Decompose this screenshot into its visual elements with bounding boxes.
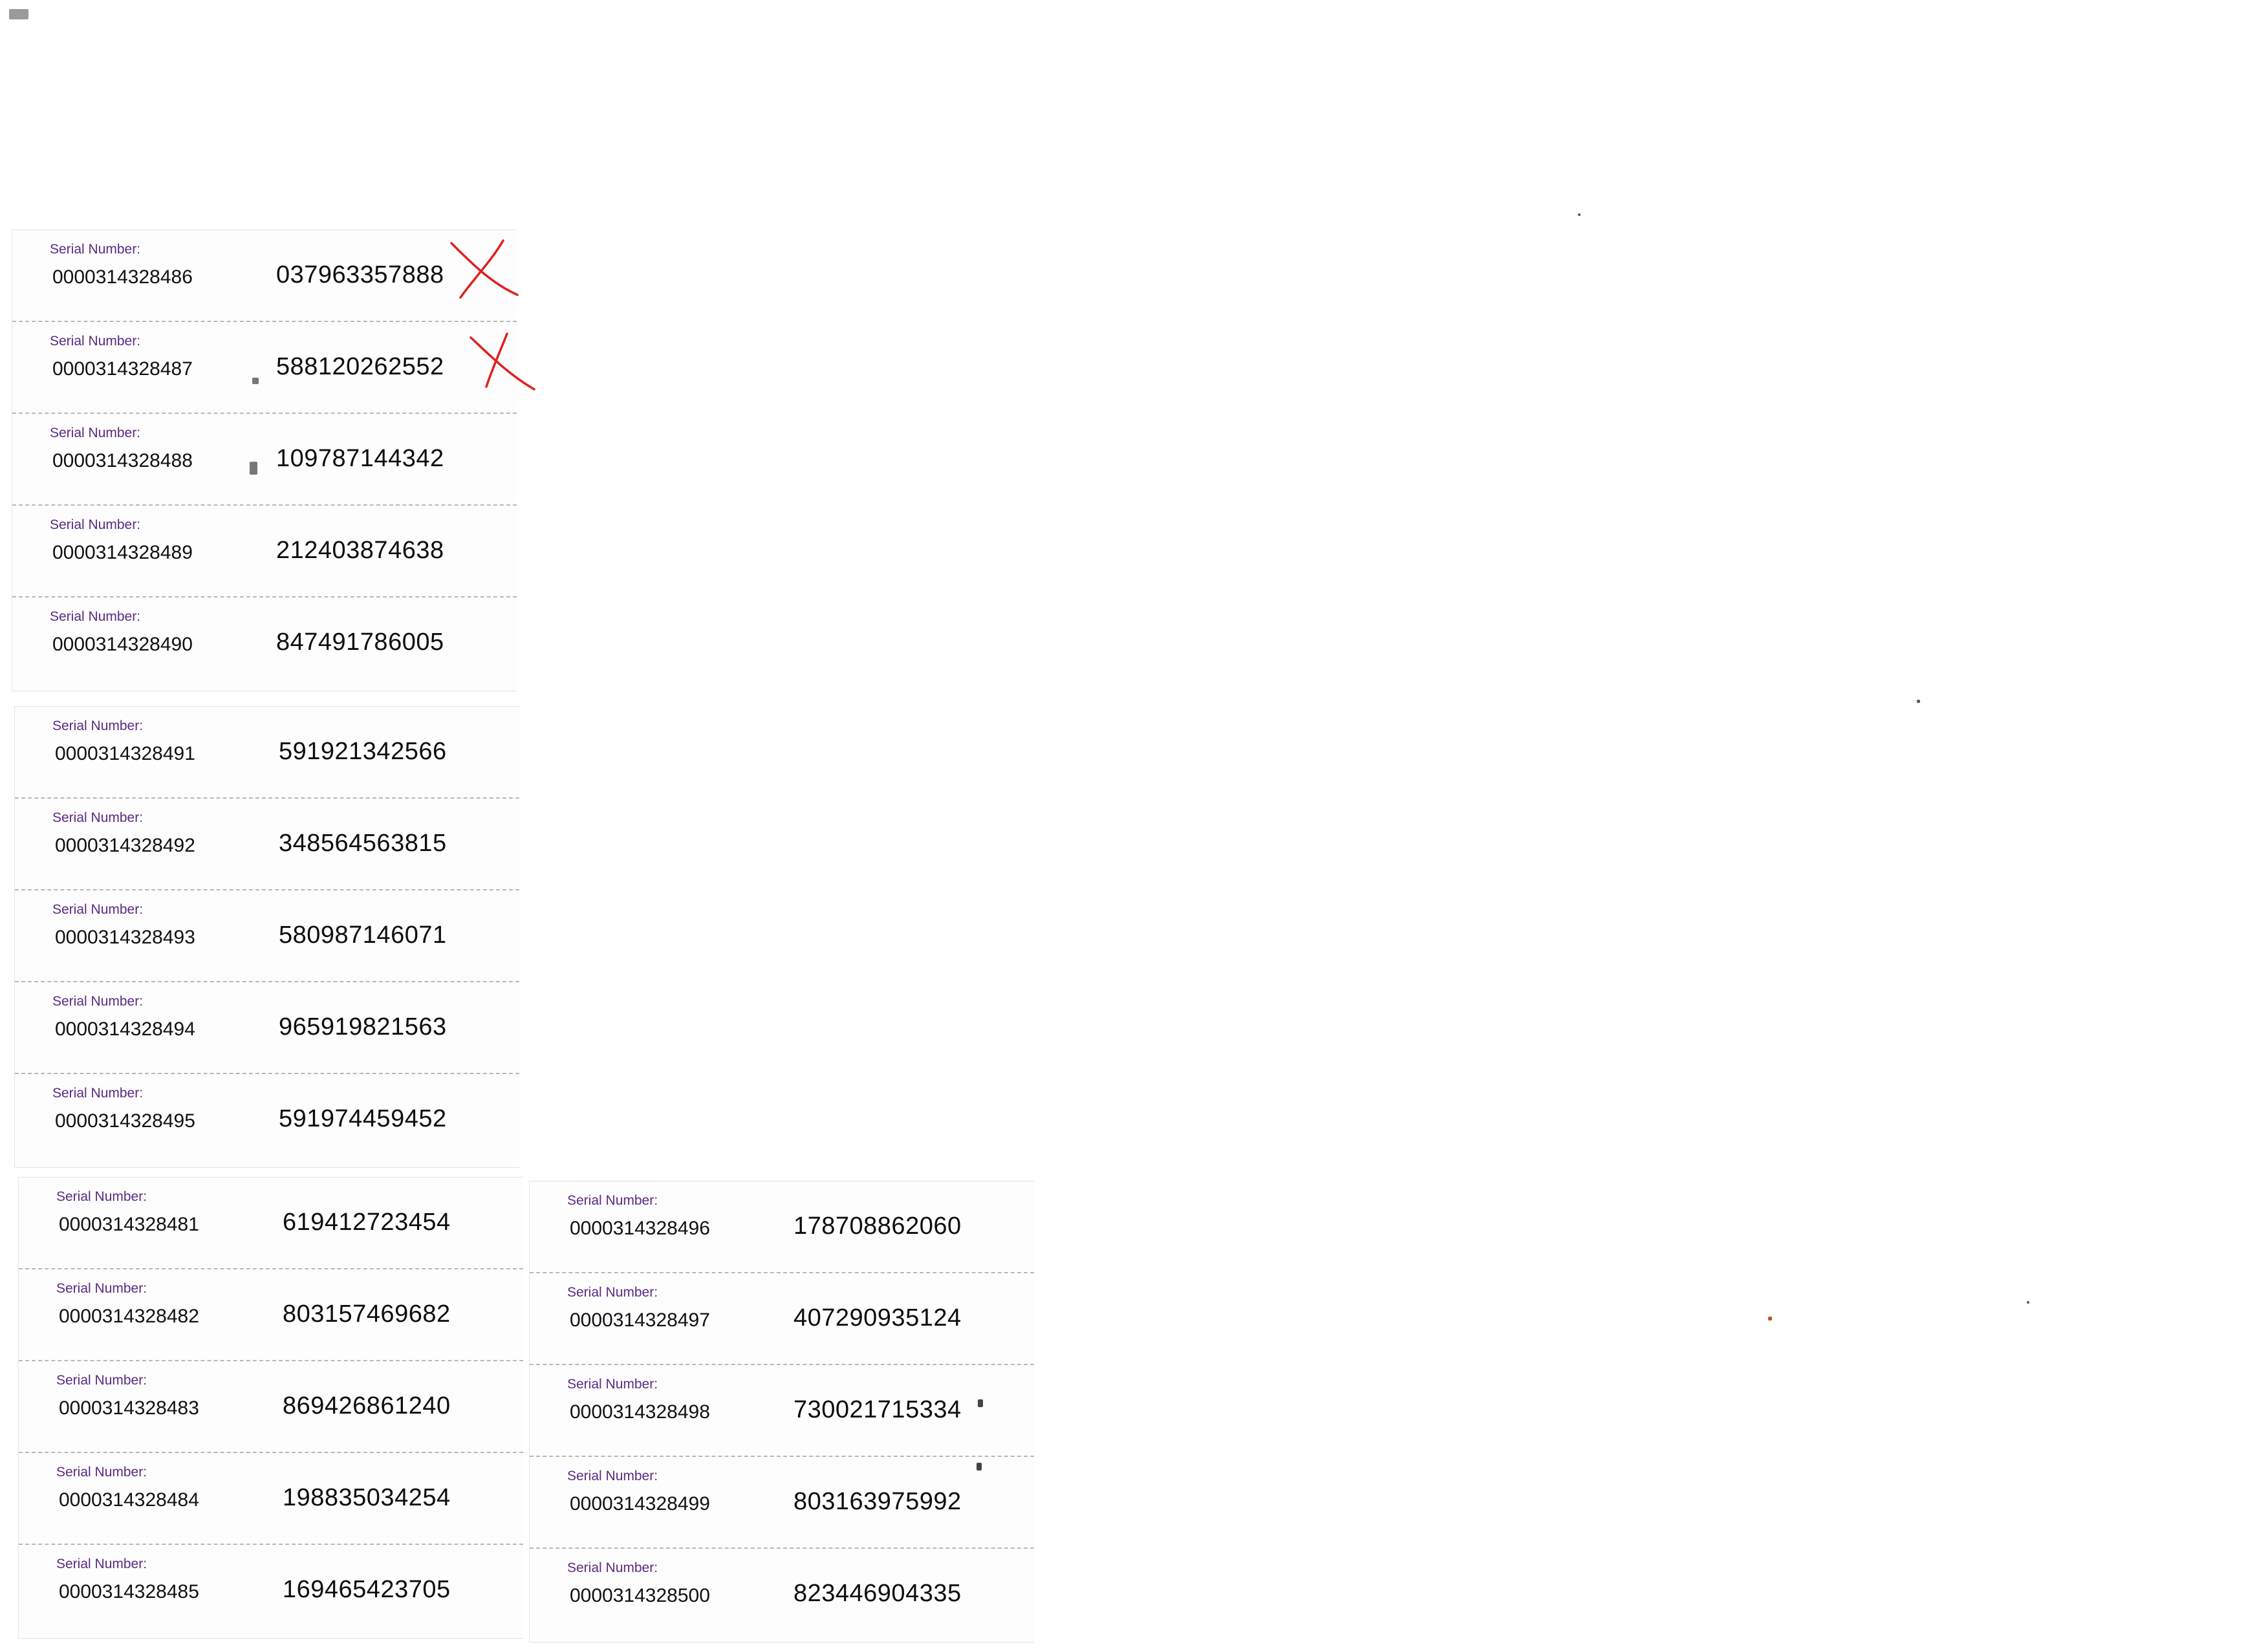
serial-label: Serial Number: <box>567 1377 658 1392</box>
card-strip-3: Serial Number: 0000314328481 61941272345… <box>18 1177 523 1639</box>
serial-number: 0000314328482 <box>59 1306 199 1327</box>
voucher-card: Serial Number: 0000314328494 96591982156… <box>15 982 519 1074</box>
serial-label: Serial Number: <box>56 1281 147 1296</box>
scan-speck <box>252 378 259 384</box>
voucher-card: Serial Number: 0000314328487 58812026255… <box>12 322 517 414</box>
serial-label: Serial Number: <box>50 426 141 440</box>
pin-code: 965919821563 <box>279 1013 447 1040</box>
serial-label: Serial Number: <box>567 1193 658 1208</box>
voucher-card: Serial Number: 0000314328497 40729093512… <box>530 1273 1034 1365</box>
pin-code: 212403874638 <box>276 537 444 564</box>
serial-number: 0000314328489 <box>52 542 193 563</box>
pin-code: 109787144342 <box>276 445 444 472</box>
cross-mark-icon <box>450 239 519 299</box>
scan-speck <box>250 462 257 475</box>
pin-code: 803157469682 <box>283 1300 451 1328</box>
scan-speck <box>1768 1317 1772 1320</box>
serial-number: 0000314328485 <box>59 1581 199 1602</box>
serial-label: Serial Number: <box>52 902 144 917</box>
serial-label: Serial Number: <box>56 1373 147 1388</box>
voucher-card: Serial Number: 0000314328493 58098714607… <box>15 890 519 982</box>
pin-code: 803163975992 <box>794 1488 962 1515</box>
cross-stroke <box>450 242 519 296</box>
voucher-card: Serial Number: 0000314328490 84749178600… <box>12 598 517 689</box>
voucher-card: Serial Number: 0000314328488 10978714434… <box>12 414 517 506</box>
serial-number: 0000314328483 <box>59 1397 199 1419</box>
serial-label: Serial Number: <box>56 1557 147 1571</box>
cross-stroke <box>459 239 504 299</box>
serial-number: 0000314328487 <box>52 358 193 380</box>
serial-label: Serial Number: <box>50 334 141 349</box>
pin-code: 198835034254 <box>283 1484 451 1511</box>
scan-speck <box>1917 700 1920 703</box>
pin-code: 169465423705 <box>283 1576 451 1603</box>
pin-code: 847491786005 <box>276 629 444 656</box>
pin-code: 619412723454 <box>283 1209 451 1236</box>
voucher-card: Serial Number: 0000314328499 80316397599… <box>530 1457 1034 1549</box>
card-strip-1: Serial Number: 0000314328486 03796335788… <box>12 230 517 691</box>
serial-label: Serial Number: <box>56 1465 147 1480</box>
serial-label: Serial Number: <box>50 517 141 532</box>
serial-number: 0000314328492 <box>55 835 195 856</box>
pin-code: 407290935124 <box>794 1304 962 1331</box>
serial-number: 0000314328481 <box>59 1214 199 1235</box>
serial-number: 0000314328484 <box>59 1489 199 1511</box>
pin-code: 869426861240 <box>283 1392 451 1419</box>
pin-code: 591921342566 <box>279 738 447 765</box>
serial-label: Serial Number: <box>52 718 144 733</box>
serial-number: 0000314328498 <box>570 1401 710 1423</box>
scan-speck <box>977 1463 982 1471</box>
pin-code: 823446904335 <box>794 1580 962 1607</box>
voucher-card: Serial Number: 0000314328485 16946542370… <box>19 1545 523 1637</box>
voucher-card: Serial Number: 0000314328484 19883503425… <box>19 1453 523 1545</box>
voucher-card: Serial Number: 0000314328492 34856456381… <box>15 799 519 890</box>
voucher-card: Serial Number: 0000314328482 80315746968… <box>19 1269 523 1361</box>
voucher-card: Serial Number: 0000314328489 21240387463… <box>12 506 517 598</box>
pin-code: 580987146071 <box>279 921 447 949</box>
pin-code: 037963357888 <box>276 261 444 288</box>
serial-number: 0000314328488 <box>52 450 193 471</box>
serial-number: 0000314328497 <box>570 1310 710 1331</box>
scan-speck <box>9 9 28 19</box>
card-strip-2: Serial Number: 0000314328491 59192134256… <box>14 706 519 1168</box>
serial-number: 0000314328493 <box>55 927 195 948</box>
voucher-card: Serial Number: 0000314328496 17870886206… <box>530 1181 1034 1273</box>
pin-code: 348564563815 <box>279 830 447 857</box>
voucher-card: Serial Number: 0000314328498 73002171533… <box>530 1365 1034 1457</box>
pin-code: 588120262552 <box>276 353 444 380</box>
serial-number: 0000314328486 <box>52 266 193 288</box>
serial-number: 0000314328500 <box>570 1585 710 1606</box>
voucher-card: Serial Number: 0000314328495 59197445945… <box>15 1074 519 1166</box>
voucher-card: Serial Number: 0000314328486 03796335788… <box>12 230 517 322</box>
serial-label: Serial Number: <box>50 242 141 257</box>
serial-label: Serial Number: <box>56 1189 147 1204</box>
scan-speck <box>978 1399 983 1407</box>
scan-speck <box>1578 213 1581 216</box>
serial-label: Serial Number: <box>52 994 144 1009</box>
serial-label: Serial Number: <box>567 1560 658 1575</box>
pin-code: 730021715334 <box>794 1396 962 1423</box>
serial-label: Serial Number: <box>52 1086 144 1101</box>
serial-number: 0000314328494 <box>55 1018 195 1040</box>
pin-code: 178708862060 <box>794 1212 962 1240</box>
scan-speck <box>2027 1301 2029 1304</box>
serial-label: Serial Number: <box>567 1285 658 1300</box>
serial-number: 0000314328490 <box>52 634 193 655</box>
serial-label: Serial Number: <box>52 810 144 825</box>
pin-code: 591974459452 <box>279 1105 447 1132</box>
serial-number: 0000314328496 <box>570 1218 710 1239</box>
serial-label: Serial Number: <box>50 609 141 624</box>
voucher-card: Serial Number: 0000314328483 86942686124… <box>19 1361 523 1453</box>
serial-number: 0000314328499 <box>570 1493 710 1514</box>
cross-stroke <box>485 332 508 388</box>
card-strip-4: Serial Number: 0000314328496 17870886206… <box>529 1181 1034 1643</box>
voucher-card: Serial Number: 0000314328491 59192134256… <box>15 707 519 799</box>
cross-mark-icon <box>470 332 535 391</box>
serial-label: Serial Number: <box>567 1469 658 1483</box>
serial-number: 0000314328491 <box>55 743 195 764</box>
serial-number: 0000314328495 <box>55 1110 195 1132</box>
voucher-card: Serial Number: 0000314328481 61941272345… <box>19 1178 523 1269</box>
voucher-card: Serial Number: 0000314328500 82344690433… <box>530 1549 1034 1641</box>
